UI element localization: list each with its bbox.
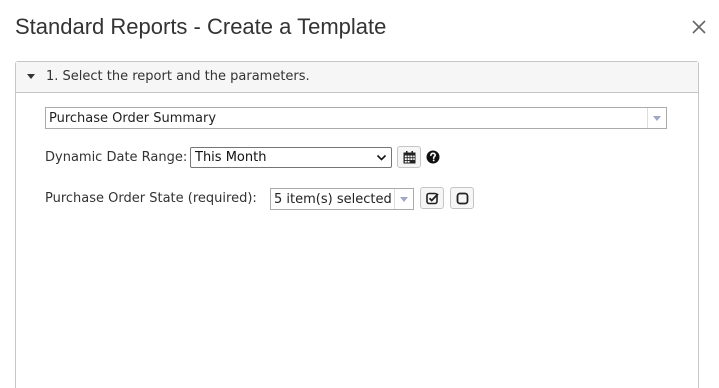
- date-range-label: Dynamic Date Range:: [45, 150, 188, 165]
- square-icon: [456, 192, 469, 205]
- date-range-select[interactable]: This Month: [190, 147, 392, 168]
- po-state-arrow[interactable]: [394, 189, 413, 209]
- close-button[interactable]: [689, 17, 709, 37]
- select-all-button[interactable]: [420, 187, 444, 209]
- po-state-label: Purchase Order State (required):: [45, 191, 257, 206]
- check-square-icon: [426, 192, 439, 205]
- calendar-button[interactable]: [397, 146, 421, 168]
- po-state-multiselect[interactable]: 5 item(s) selected: [270, 188, 414, 210]
- report-select-value: Purchase Order Summary: [49, 111, 217, 126]
- caret-down-icon: [27, 74, 35, 79]
- section-header[interactable]: 1. Select the report and the parameters.: [16, 62, 698, 93]
- report-select[interactable]: Purchase Order Summary: [45, 107, 667, 129]
- create-template-dialog: Standard Reports - Create a Template 1. …: [0, 0, 719, 388]
- date-range-value: This Month: [195, 150, 267, 165]
- section-title: 1. Select the report and the parameters.: [46, 69, 310, 84]
- po-state-value: 5 item(s) selected: [274, 192, 392, 207]
- deselect-all-button[interactable]: [450, 187, 474, 209]
- report-select-arrow[interactable]: [647, 108, 666, 128]
- calendar-icon: [403, 151, 416, 164]
- question-circle-icon[interactable]: [426, 150, 440, 164]
- chevron-down-icon: [653, 116, 661, 121]
- dialog-title: Standard Reports - Create a Template: [15, 14, 387, 39]
- chevron-down-icon: [376, 154, 387, 161]
- chevron-down-icon: [400, 197, 408, 202]
- close-icon: [692, 20, 706, 34]
